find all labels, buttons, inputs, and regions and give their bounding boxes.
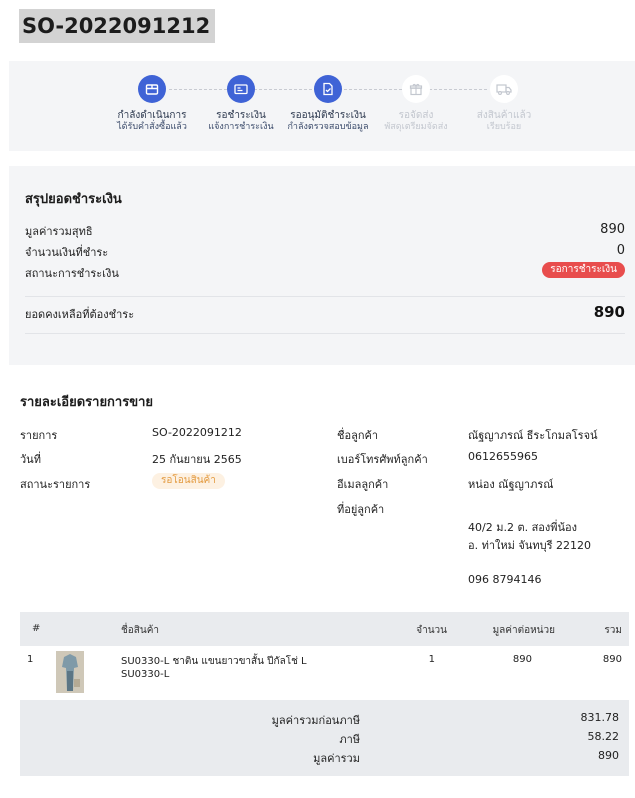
gift-box-icon — [402, 75, 430, 103]
column-header-total: รวม — [604, 625, 622, 636]
product-table-header: # ชื่อสินค้า จำนวน มูลค่าต่อหน่วย รวม — [20, 612, 629, 646]
subtotal-label: มูลค่ารวมก่อนภาษี — [271, 714, 360, 727]
net-total-value: 890 — [600, 222, 625, 237]
column-header-no: # — [32, 623, 41, 634]
customer-name-label: ชื่อลูกค้า — [337, 429, 379, 442]
box-icon — [138, 75, 166, 103]
step-subtitle: เรียบร้อย — [486, 122, 522, 132]
column-header-qty: จำนวน — [416, 625, 447, 636]
item-value: SO-2022091212 — [152, 426, 242, 439]
step-shipped: ส่งสินค้าแล้ว เรียบร้อย — [444, 75, 564, 133]
grand-total-value: 890 — [598, 749, 619, 762]
order-status-label: สถานะรายการ — [20, 478, 91, 491]
product-unit-price: 890 — [512, 654, 532, 665]
address-line-2: อ. ท่าใหม่ จันทบุรี 22120 — [468, 539, 591, 552]
net-total-label: มูลค่ารวมสุทธิ — [25, 225, 93, 238]
product-sku: SU0330-L — [121, 669, 170, 680]
tax-label: ภาษี — [339, 733, 360, 746]
divider — [25, 296, 625, 297]
customer-email-label: อีเมลลูกค้า — [337, 478, 389, 491]
column-header-unit-price: มูลค่าต่อหน่วย — [492, 625, 555, 636]
date-label: วันที่ — [20, 453, 41, 466]
customer-address-label: ที่อยู่ลูกค้า — [337, 503, 385, 516]
customer-email-value: หน่อง ณัฐญาภรณ์ — [468, 478, 554, 491]
date-value: 25 กันยายน 2565 — [152, 453, 242, 466]
product-total: 890 — [602, 654, 622, 665]
subtotal-value: 831.78 — [580, 711, 620, 724]
divider — [25, 333, 625, 334]
product-qty: 1 — [428, 654, 435, 665]
order-id-title: SO-2022091212 — [19, 9, 216, 43]
table-row[interactable]: 1 SU0330-L ชาติน แขนยาวขาสั้น ปีกัลโช่ L… — [20, 647, 629, 699]
grand-total-label: มูลค่ารวม — [313, 752, 360, 765]
payment-card-icon — [227, 75, 255, 103]
product-name: SU0330-L ชาติน แขนยาวขาสั้น ปีกัลโช่ L — [121, 656, 307, 667]
order-progress-stepper: กำลังดำเนินการ ได้รับคำสั่งซื้อแล้ว รอชำ… — [9, 61, 635, 151]
customer-phone-value: 0612655965 — [468, 450, 538, 463]
balance-label: ยอดคงเหลือที่ต้องชำระ — [25, 308, 135, 321]
document-check-icon — [314, 75, 342, 103]
address-line-1: 40/2 ม.2 ต. สองพี่น้อง — [468, 521, 578, 534]
payment-summary-panel: สรุปยอดชำระเงิน มูลค่ารวมสุทธิ 890 จำนวน… — [9, 166, 635, 365]
customer-phone-label: เบอร์โทรศัพท์ลูกค้า — [337, 453, 428, 466]
sales-details-title: รายละเอียดรายการขาย — [20, 395, 154, 410]
column-header-name: ชื่อสินค้า — [121, 625, 160, 636]
address-phone: 096 8794146 — [468, 573, 542, 586]
truck-icon — [490, 75, 518, 103]
item-label: รายการ — [20, 429, 58, 442]
paid-amount-label: จำนวนเงินที่ชำระ — [25, 246, 109, 259]
payment-status-badge: รอการชำระเงิน — [542, 262, 625, 278]
order-status-badge: รอโอนสินค้า — [152, 473, 225, 489]
customer-name-value: ณัฐญาภรณ์ ธีระโกมลโรจน์ — [468, 429, 598, 442]
paid-amount-value: 0 — [616, 243, 625, 258]
order-totals-panel: มูลค่ารวมก่อนภาษี 831.78 ภาษี 58.22 มูลค… — [20, 700, 629, 776]
row-number: 1 — [27, 654, 34, 665]
payment-summary-title: สรุปยอดชำระเงิน — [25, 192, 122, 207]
step-title: ส่งสินค้าแล้ว — [476, 110, 532, 121]
payment-status-label: สถานะการชำระเงิน — [25, 267, 119, 280]
tax-value: 58.22 — [587, 730, 620, 743]
balance-value: 890 — [593, 303, 625, 321]
product-thumbnail[interactable] — [56, 651, 84, 693]
